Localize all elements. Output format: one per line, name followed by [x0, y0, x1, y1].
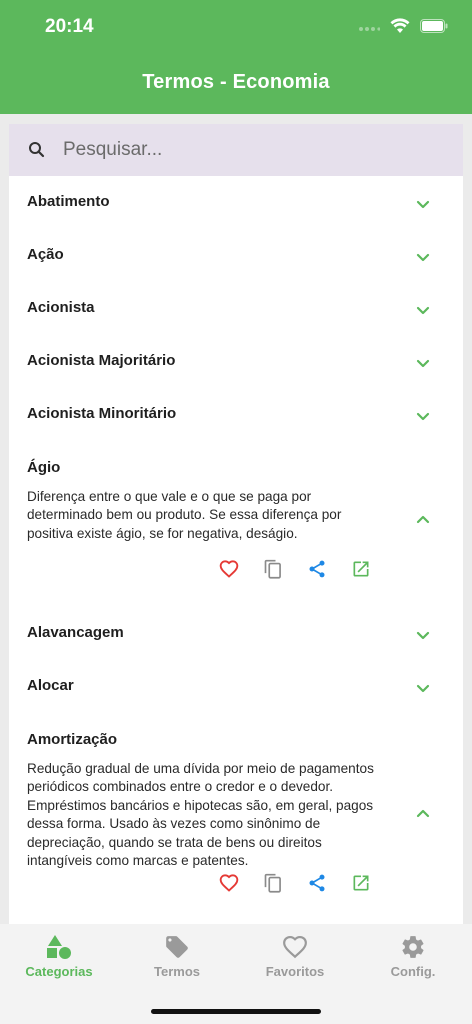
shapes-icon [46, 934, 72, 960]
tag-icon [164, 934, 190, 960]
term-name: Amortização [27, 731, 118, 748]
share-icon[interactable] [307, 873, 327, 893]
wifi-icon [390, 18, 410, 39]
term-row-acionista-minoritario[interactable]: Acionista Minoritário [9, 388, 463, 441]
nav-favoritos[interactable]: Favoritos [236, 934, 354, 979]
page-title: Termos - Economia [142, 71, 330, 93]
term-name: Alavancagem [27, 624, 124, 641]
nav-label: Termos [154, 964, 200, 979]
nav-label: Favoritos [265, 964, 325, 979]
term-row-acionista[interactable]: Acionista [9, 282, 463, 335]
term-expanded-agio[interactable]: Ágio Diferença entre o que vale e o que … [9, 441, 463, 607]
term-name: Ágio [27, 459, 61, 476]
chevron-down-icon[interactable] [415, 409, 431, 425]
open-external-icon[interactable] [351, 873, 371, 893]
gear-icon [400, 934, 426, 960]
chevron-down-icon[interactable] [415, 250, 431, 266]
app-bar: 20:14 Termos - Economia [0, 0, 472, 114]
chevron-up-icon[interactable] [415, 511, 431, 527]
nav-config[interactable]: Config. [354, 934, 472, 979]
chevron-up-icon[interactable] [415, 805, 431, 821]
term-row-alavancagem[interactable]: Alavancagem [9, 607, 463, 660]
nav-termos[interactable]: Termos [118, 934, 236, 979]
term-actions [219, 559, 371, 579]
term-description: Diferença entre o que vale e o que se pa… [27, 489, 342, 541]
nav-label: Categorias [25, 964, 93, 979]
heart-icon[interactable] [219, 559, 239, 579]
chevron-down-icon[interactable] [415, 303, 431, 319]
signal-icon [358, 20, 381, 38]
term-expanded-amortizacao[interactable]: Amortização Redução gradual de uma dívid… [9, 713, 463, 923]
term-name: Acionista Majoritário [27, 352, 176, 369]
heart-outline-icon [282, 934, 308, 960]
term-name: Acionista [27, 299, 95, 316]
term-description: Redução gradual de uma dívida por meio d… [27, 761, 374, 869]
chevron-down-icon[interactable] [415, 197, 431, 213]
term-row-acao[interactable]: Ação [9, 229, 463, 282]
term-row-abatimento[interactable]: Abatimento [9, 176, 463, 229]
term-name: Acionista Minoritário [27, 405, 177, 422]
nav-categorias[interactable]: Categorias [0, 934, 118, 979]
term-actions [219, 873, 371, 893]
term-row-alocar[interactable]: Alocar [9, 660, 463, 713]
term-name: Abatimento [27, 193, 110, 210]
home-indicator [151, 1009, 321, 1014]
battery-icon [420, 19, 448, 38]
search-icon [27, 140, 47, 160]
status-time: 20:14 [45, 16, 94, 37]
heart-icon[interactable] [219, 873, 239, 893]
chevron-down-icon[interactable] [415, 628, 431, 644]
terms-card: Abatimento Ação Acionista Acionista Majo… [9, 124, 463, 924]
share-icon[interactable] [307, 559, 327, 579]
term-row-acionista-majoritario[interactable]: Acionista Majoritário [9, 335, 463, 388]
open-external-icon[interactable] [351, 559, 371, 579]
chevron-down-icon[interactable] [415, 356, 431, 372]
nav-label: Config. [390, 964, 436, 979]
copy-icon[interactable] [263, 873, 283, 893]
chevron-down-icon[interactable] [415, 681, 431, 697]
search-bar[interactable] [9, 124, 463, 176]
term-name: Alocar [27, 677, 74, 694]
copy-icon[interactable] [263, 559, 283, 579]
term-name: Ação [27, 246, 64, 263]
status-icons [358, 18, 448, 39]
search-input[interactable] [61, 138, 425, 162]
